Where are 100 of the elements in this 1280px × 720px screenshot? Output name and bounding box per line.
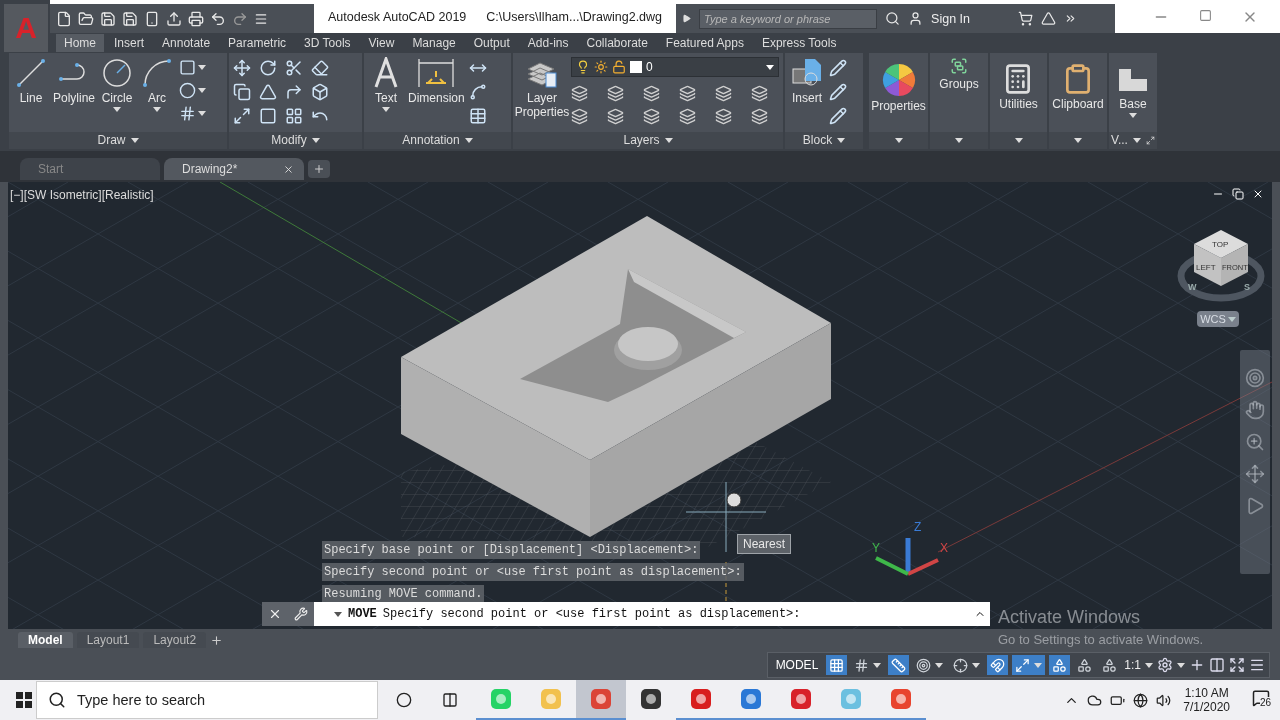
status-toggle[interactable] xyxy=(987,655,1009,675)
close-tab-icon[interactable] xyxy=(283,163,294,175)
ribbon-tab[interactable]: Collaborate xyxy=(578,34,656,52)
erase-icon[interactable] xyxy=(311,59,329,77)
caret-icon[interactable] xyxy=(1132,137,1141,143)
cart-icon[interactable] xyxy=(1018,11,1033,26)
ribbon-tab[interactable]: Insert xyxy=(106,34,153,52)
properties-icon[interactable] xyxy=(1209,657,1225,673)
annotation-scale[interactable]: 1:1 xyxy=(1124,658,1141,672)
save-icon[interactable] xyxy=(100,10,116,27)
more-icon[interactable] xyxy=(1064,12,1077,25)
caret-icon[interactable] xyxy=(198,65,207,70)
zoom-icon[interactable] xyxy=(1245,432,1265,452)
copy-icon[interactable] xyxy=(233,83,251,101)
caret-icon[interactable] xyxy=(894,137,903,143)
close-button[interactable] xyxy=(1252,188,1264,200)
new-tab-button[interactable] xyxy=(308,160,330,178)
array-icon[interactable] xyxy=(285,107,303,125)
circle-icon[interactable] xyxy=(101,57,134,89)
rotate-icon[interactable] xyxy=(259,59,277,77)
caret-icon[interactable] xyxy=(766,64,774,70)
caret-icon[interactable] xyxy=(198,111,207,116)
ribbon-tab[interactable]: Parametric xyxy=(220,34,295,52)
caret-icon[interactable] xyxy=(837,137,846,143)
layer-tool-icon[interactable] xyxy=(607,85,624,102)
status-toggle[interactable] xyxy=(1012,655,1046,675)
restore-button[interactable] xyxy=(1232,188,1244,200)
status-toggle[interactable] xyxy=(1049,655,1071,675)
insert-block-icon[interactable] xyxy=(791,57,823,89)
status-toggle[interactable] xyxy=(826,655,848,675)
ribbon-button[interactable]: Line xyxy=(13,57,49,105)
caret-icon[interactable] xyxy=(130,137,139,143)
ribbon-button[interactable]: Arc xyxy=(139,57,176,112)
caret-icon[interactable] xyxy=(1129,113,1137,118)
ribbon-button[interactable]: Properties xyxy=(873,63,924,113)
cortana-icon[interactable] xyxy=(396,692,412,708)
caret-icon[interactable] xyxy=(935,662,944,668)
taskbar-search-field[interactable]: Type here to search xyxy=(36,681,378,719)
ribbon-tab[interactable]: Featured Apps xyxy=(657,34,752,52)
ribbon-button[interactable]: Clipboard xyxy=(1053,63,1103,111)
line-icon[interactable] xyxy=(15,57,47,89)
menu-icon[interactable] xyxy=(1249,657,1265,673)
caret-icon[interactable] xyxy=(873,662,882,668)
edit-block-icon[interactable] xyxy=(829,59,847,77)
rectangle-icon[interactable] xyxy=(179,59,197,76)
layer-tool-icon[interactable] xyxy=(679,108,696,125)
caret-icon[interactable] xyxy=(1014,137,1023,143)
user-icon[interactable] xyxy=(908,11,924,26)
caret-icon[interactable] xyxy=(972,662,981,668)
wrench-icon[interactable] xyxy=(294,607,308,621)
ribbon-tab[interactable]: Home xyxy=(56,34,104,52)
network-icon[interactable] xyxy=(1133,692,1149,708)
group-icon[interactable] xyxy=(950,57,968,75)
panel-title[interactable]: Draw xyxy=(97,133,126,148)
edit-block-icon[interactable] xyxy=(829,83,847,101)
panel-title[interactable]: Layers xyxy=(623,133,660,148)
search-field[interactable]: Type a keyword or phrase xyxy=(699,8,878,29)
dimension-icon[interactable] xyxy=(416,57,457,89)
hatch-icon[interactable] xyxy=(179,105,197,122)
showmotion-icon[interactable] xyxy=(1245,496,1265,516)
steering-wheel-icon[interactable] xyxy=(1245,368,1265,388)
ribbon-button[interactable]: Circle xyxy=(99,57,136,112)
volume-icon[interactable] xyxy=(1156,692,1172,708)
caret-icon[interactable] xyxy=(382,107,390,112)
caret-icon[interactable] xyxy=(198,88,207,93)
ribbon-tab[interactable]: Manage xyxy=(404,34,464,52)
caret-icon[interactable] xyxy=(334,611,342,617)
leader-icon[interactable] xyxy=(468,83,487,101)
caret-icon[interactable] xyxy=(955,137,963,143)
ellipse-icon[interactable] xyxy=(179,82,197,99)
maximize-button[interactable] xyxy=(1199,8,1212,22)
expand-icon[interactable] xyxy=(682,14,692,23)
sign-in-button[interactable]: Sign In xyxy=(931,11,970,26)
caret-icon[interactable] xyxy=(311,137,320,143)
layer-tool-icon[interactable] xyxy=(571,108,588,125)
ribbon-tab[interactable]: View xyxy=(360,34,403,52)
layer-tool-icon[interactable] xyxy=(751,85,768,102)
color-wheel-icon[interactable] xyxy=(881,63,916,97)
windows-start-icon[interactable] xyxy=(16,692,32,708)
ribbon-button[interactable]: Text xyxy=(368,57,404,112)
arc-icon[interactable] xyxy=(141,57,174,89)
new-icon[interactable] xyxy=(56,10,72,27)
orbit-icon[interactable] xyxy=(1245,464,1265,484)
ribbon-button[interactable]: Polyline xyxy=(53,57,96,105)
stretch-icon[interactable] xyxy=(233,107,251,125)
ribbon-tab[interactable]: Add-ins xyxy=(519,34,577,52)
add-layout-icon[interactable] xyxy=(210,633,224,647)
layer-tool-icon[interactable] xyxy=(751,108,768,125)
trim-icon[interactable] xyxy=(285,59,303,77)
save-as-icon[interactable] xyxy=(122,10,138,27)
table-icon[interactable] xyxy=(468,107,487,125)
caret-icon[interactable] xyxy=(113,107,122,112)
dialog-launcher-icon[interactable] xyxy=(1145,135,1155,145)
cloud-icon[interactable] xyxy=(1087,692,1103,708)
ribbon-tab[interactable]: Express Tools xyxy=(753,34,845,52)
caret-icon[interactable] xyxy=(1145,662,1153,668)
ribbon-button[interactable]: Groups xyxy=(939,57,979,91)
fillet-icon[interactable] xyxy=(285,83,303,101)
ribbon-tab[interactable]: Output xyxy=(465,34,518,52)
close-icon[interactable] xyxy=(268,607,282,621)
